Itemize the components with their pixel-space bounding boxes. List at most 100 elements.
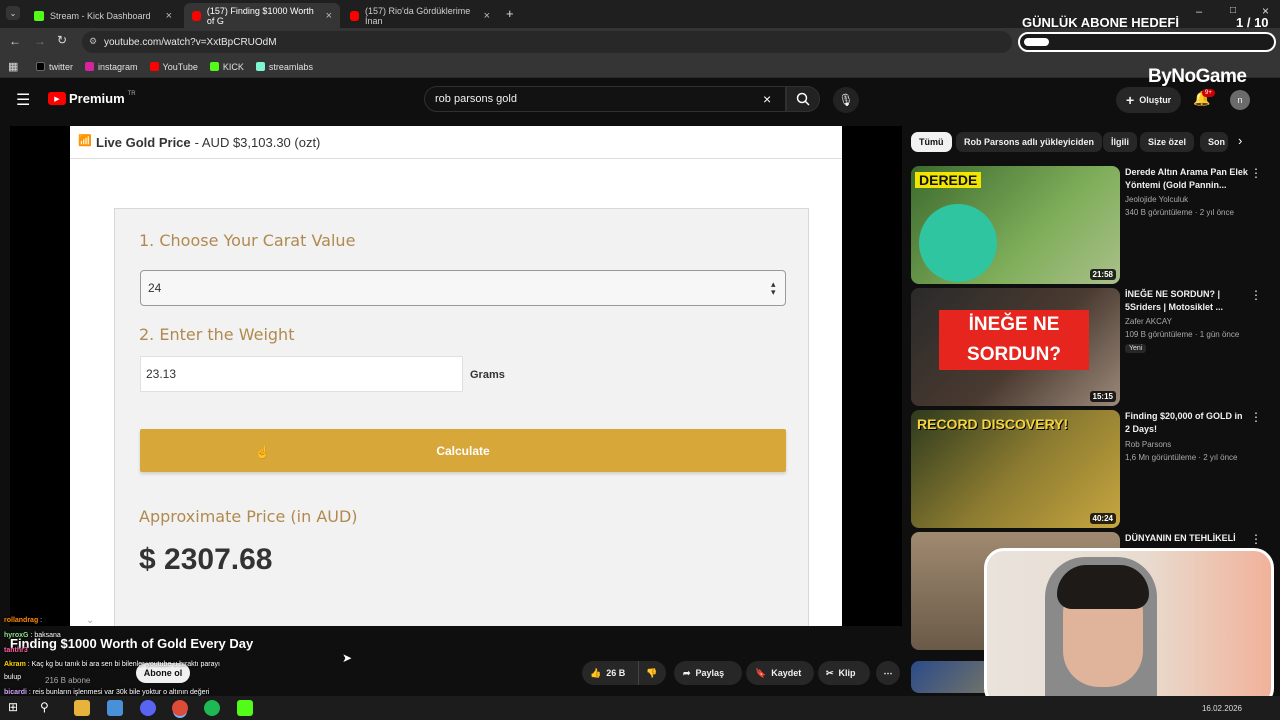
avatar[interactable]: n	[1230, 90, 1250, 110]
save-button[interactable]: 🔖 Kaydet	[746, 661, 814, 685]
tab-youtube-rio[interactable]: (157) Rio'da Gördüklerime İnan ×	[342, 3, 498, 28]
video-duration: 40:24	[1089, 513, 1116, 524]
search-button[interactable]	[786, 86, 820, 112]
chip-from-uploader[interactable]: Rob Parsons adlı yükleyiciden	[956, 132, 1103, 152]
chevron-down-icon[interactable]: ⌄	[86, 615, 94, 626]
bookmark-twitter[interactable]: twitter	[36, 62, 73, 72]
chip-recent[interactable]: Son	[1200, 132, 1228, 152]
weight-input[interactable]: 23.13	[140, 356, 463, 392]
subscribe-label: Abone ol	[143, 668, 183, 678]
live-gold-price-value: - AUD $3,103.30 (ozt)	[194, 134, 321, 150]
chevron-right-icon[interactable]: ›	[1238, 133, 1242, 148]
file-explorer-icon[interactable]	[74, 700, 90, 716]
create-button[interactable]: + Oluştur	[1116, 87, 1182, 113]
bookmark-label: streamlabs	[268, 61, 313, 72]
bookmark-label: instagram	[98, 61, 138, 72]
like-button[interactable]: 👍 26 B	[582, 661, 638, 685]
youtube-logo[interactable]: ▶ Premium TR	[48, 91, 136, 106]
more-vertical-icon[interactable]: ⋮	[1250, 410, 1262, 424]
more-actions-button[interactable]: ⋯	[876, 661, 900, 685]
more-vertical-icon[interactable]: ⋮	[1250, 166, 1262, 180]
youtube-icon	[192, 10, 201, 21]
forward-icon[interactable]: →	[34, 34, 46, 48]
address-bar[interactable]: ⚙ youtube.com/watch?v=XxtBpCRUOdM	[82, 31, 1012, 53]
video-thumbnail[interactable]: İNEĞE NE SORDUN? 15:15	[911, 288, 1120, 406]
discord-icon[interactable]	[140, 700, 156, 716]
chat-text: : baksana	[28, 632, 61, 639]
clear-search-icon[interactable]: ×	[763, 91, 771, 107]
share-button[interactable]: ➦ Paylaş	[674, 661, 742, 685]
video-channel[interactable]: Zafer AKCAY	[1125, 317, 1172, 326]
video-title[interactable]: İNEĞE NE SORDUN? | 5Sriders | Motosiklet…	[1125, 288, 1250, 314]
microphone-icon[interactable]: 🎙	[833, 87, 859, 113]
calculate-button[interactable]: Calculate	[140, 429, 786, 472]
video-meta: 1,6 Mn görüntüleme · 2 yıl önce	[1125, 453, 1238, 462]
video-channel[interactable]: Jeolojide Yolculuk	[1125, 195, 1188, 204]
chip-for-you[interactable]: Size özel	[1140, 132, 1195, 152]
x-icon	[36, 62, 45, 71]
chat-message: hyroxG : baksana	[4, 632, 61, 639]
tab-kick-dashboard[interactable]: Stream - Kick Dashboard ×	[26, 3, 180, 28]
tab-search-icon[interactable]: ⌄	[6, 6, 20, 20]
new-tab-icon[interactable]: +	[506, 6, 514, 21]
bookmark-label: KICK	[222, 61, 244, 72]
thumbs-down-icon: 👎	[646, 667, 658, 678]
bookmark-streamlabs[interactable]: streamlabs	[255, 61, 313, 72]
search-icon	[796, 92, 810, 106]
tab-label: Stream - Kick Dashboard	[50, 10, 151, 21]
select-arrows-icon: ▴ ▾	[771, 279, 776, 297]
video-title[interactable]: DÜNYANIN EN TEHLİKELİ	[1125, 532, 1250, 545]
more-vertical-icon[interactable]: ⋮	[1250, 532, 1262, 546]
dislike-button[interactable]: 👎	[638, 661, 666, 685]
kick-app-icon[interactable]	[237, 700, 253, 716]
chrome-icon[interactable]	[172, 700, 188, 716]
bookmark-instagram[interactable]: instagram	[85, 62, 138, 72]
video-thumbnail[interactable]: RECORD DISCOVERY! 40:24	[911, 410, 1120, 528]
chat-message: rollandrag :	[4, 617, 42, 624]
back-icon[interactable]: ←	[9, 34, 21, 48]
video-meta: 109 B görüntüleme · 1 gün önce	[1125, 330, 1240, 339]
kick-icon	[209, 62, 219, 71]
video-thumbnail[interactable]: DEREDE 21:58	[911, 166, 1120, 284]
youtube-icon	[149, 62, 159, 71]
close-icon[interactable]: ×	[166, 10, 172, 22]
app-icon[interactable]	[107, 700, 123, 716]
chat-user: bicardi	[4, 689, 27, 696]
chat-user: hyroxG	[4, 632, 29, 639]
apps-icon[interactable]: ▦	[8, 60, 18, 73]
clip-button[interactable]: ✂ Klip	[818, 661, 870, 685]
share-icon: ➦	[683, 667, 691, 678]
carat-select[interactable]: 24 ▴ ▾	[140, 270, 786, 306]
url-text: youtube.com/watch?v=XxtBpCRUOdM	[104, 36, 277, 48]
windows-start-icon[interactable]: ⊞	[8, 700, 24, 716]
search-value: rob parsons gold	[435, 93, 517, 105]
chip-related[interactable]: İlgili	[1103, 132, 1137, 152]
reload-icon[interactable]: ↻	[57, 33, 67, 47]
close-icon[interactable]: ×	[484, 10, 490, 22]
bookmark-youtube[interactable]: YouTube	[149, 62, 198, 72]
thumbnail-text: DEREDE	[915, 172, 982, 188]
price-value: $ 2307.68	[139, 543, 273, 576]
spotify-icon[interactable]	[204, 700, 220, 716]
video-title[interactable]: Finding $20,000 of GOLD in 2 Days!	[1125, 410, 1250, 436]
bookmark-kick[interactable]: KICK	[209, 61, 244, 72]
video-title[interactable]: Derede Altın Arama Pan Elek Yöntemi (Gol…	[1125, 166, 1250, 192]
chat-message: bicardi : reis bunların işlenmesi var 30…	[4, 689, 209, 696]
search-input[interactable]: rob parsons gold ×	[424, 86, 786, 112]
video-channel[interactable]: Rob Parsons	[1125, 440, 1171, 449]
hand-cursor-icon: ☝	[255, 445, 270, 459]
chip-all[interactable]: Tümü	[911, 132, 952, 152]
site-info-icon[interactable]: ⚙	[89, 36, 97, 47]
menu-icon[interactable]: ☰	[16, 90, 30, 110]
search-icon[interactable]: ⚲	[40, 700, 56, 716]
thumbs-up-icon: 👍	[590, 667, 602, 678]
close-icon[interactable]: ×	[326, 10, 332, 22]
windows-taskbar: ⊞ ⚲ 16.02.2026	[0, 696, 1280, 720]
subscriber-goal-fill	[1024, 38, 1049, 46]
like-count: 26 B	[606, 668, 626, 678]
create-label: Oluştur	[1139, 95, 1172, 105]
minimize-icon[interactable]: –	[1196, 6, 1202, 18]
more-vertical-icon[interactable]: ⋮	[1250, 288, 1262, 302]
notification-badge: 9+	[1202, 89, 1215, 97]
tab-youtube-active[interactable]: (157) Finding $1000 Worth of G ×	[184, 3, 340, 28]
